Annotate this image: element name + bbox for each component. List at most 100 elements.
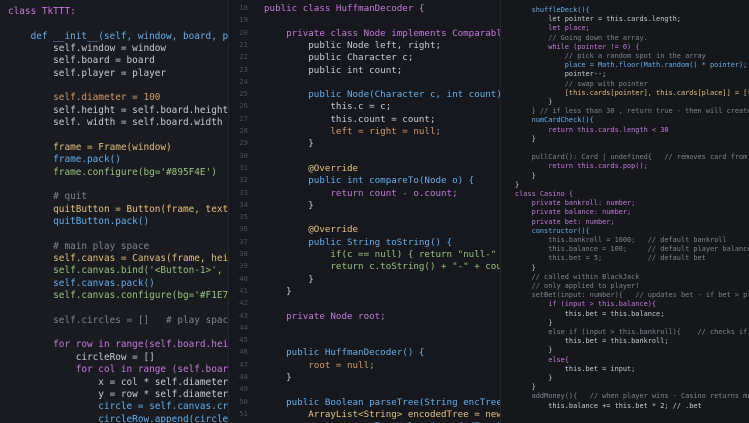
line-number: 22 <box>239 52 248 62</box>
line-number: 18 <box>239 3 248 12</box>
code-text: @Override <box>264 224 359 236</box>
code-text: } // if less than 30 , return true - the… <box>515 107 749 116</box>
line-number: 38 <box>239 249 248 258</box>
code-text: addMoney(){ // when player wins - Casino… <box>515 392 749 401</box>
code-text: public String toString() { <box>264 236 453 248</box>
code-text: private bet: number; <box>515 217 615 226</box>
code-text: if (input > this.balance){ <box>515 300 657 309</box>
line-number: 44 <box>239 322 248 332</box>
code-text: } <box>515 383 536 392</box>
code-text: quitButton.pack() <box>8 215 150 227</box>
line-number: 40 <box>239 273 248 283</box>
code-text: for col in range (self.board.widt <box>75 364 228 376</box>
code-text: class Casino { <box>515 190 574 198</box>
code-text: this.count = count; <box>264 113 436 125</box>
code-text: self.height = self.board.height * se <box>53 104 228 116</box>
code-text: private bankroll: number; <box>515 199 636 208</box>
code-text: if(c == null) { return "null-" + cou <box>330 249 497 260</box>
line-number: 31 <box>239 162 248 172</box>
line-number: 28 <box>239 126 248 135</box>
code-text: } <box>515 346 553 355</box>
code-text: quitButton = Button(frame, text="Exi <box>53 203 228 215</box>
code-text: } <box>515 180 520 189</box>
code-text: } <box>515 263 536 272</box>
code-text: public Boolean parseTree(String encTree)… <box>264 396 501 408</box>
line-number: 43 <box>239 310 248 320</box>
code-text: circleRow.append(circle) <box>8 413 228 423</box>
code-text: let pointer = this.cards.length; <box>515 15 681 24</box>
line-number: 36 <box>239 224 248 234</box>
line-number: 51 <box>239 408 248 418</box>
code-text: public class HuffmanDecoder { <box>264 3 425 14</box>
code-text: this.balance = 100; // default player ba… <box>515 245 749 254</box>
code-text: constructor(){ <box>515 226 590 235</box>
line-number: 26 <box>239 101 248 111</box>
code-text: self. width = self.board.width * sel <box>53 117 223 129</box>
code-text: self.board = board <box>8 55 155 67</box>
code-text: } <box>515 134 536 143</box>
code-text: public HuffmanDecoder() { <box>264 347 425 359</box>
code-text: return c.toString() + "-" + count; <box>264 261 501 273</box>
code-text: self.canvas.configure(bg='#F1E7E3') <box>8 290 228 302</box>
java-editor-pane[interactable]: 18 public class HuffmanDecoder {19 20 priv… <box>228 0 501 423</box>
code-text: self.player = player <box>8 67 167 79</box>
code-text: let place; <box>515 24 590 33</box>
code-text: // pick a random spot in the array <box>515 52 706 60</box>
code-text: left = right = null; <box>264 126 442 137</box>
code-text: this.bankroll = 1000; // default bankrol… <box>515 236 727 244</box>
code-text: this.bet = input; <box>515 364 636 373</box>
code-text: public Node(Character c, int count) { <box>264 89 501 101</box>
line-number: 27 <box>239 113 248 123</box>
line-number: 21 <box>239 39 248 49</box>
code-text: frame.pack() <box>8 154 121 166</box>
code-text: return this.cards.pop(); <box>515 162 648 171</box>
line-number: 33 <box>239 187 248 197</box>
code-text: frame = Frame(window) <box>8 141 172 153</box>
code-text: @Override <box>264 162 359 174</box>
code-text: [this.cards[pointer], this.cards[place]]… <box>515 88 749 97</box>
code-text: # main play space <box>8 240 150 252</box>
code-text: this.balance += this.bet * 2; // .bet <box>515 401 702 410</box>
line-number: 34 <box>239 199 248 209</box>
line-number: 35 <box>239 212 248 222</box>
code-text: shuffleDeck(){ <box>515 6 590 14</box>
code-text: return this.cards.length < 30 <box>515 125 669 134</box>
code-text: // Going down the array. <box>515 33 648 42</box>
line-number: 47 <box>239 359 248 369</box>
code-text: frame.configure(bg='#895F4E') <box>8 166 217 178</box>
code-text: root = null; <box>264 359 375 371</box>
code-text: public int count; <box>264 64 403 76</box>
code-text: } <box>515 98 553 106</box>
code-text: } <box>515 171 536 180</box>
line-number: 32 <box>239 175 248 185</box>
code-text: this.bet = 5; // default bet <box>515 254 706 263</box>
code-text: } <box>264 199 314 211</box>
code-text: self.canvas.pack() <box>8 277 155 289</box>
code-text: else{ <box>515 355 569 364</box>
code-text: public int compareTo(Node o) { <box>264 175 475 187</box>
code-text: place = Math.floor(Math.random() * point… <box>515 61 748 70</box>
code-text: } <box>264 273 314 285</box>
code-text: self.window = window <box>8 43 167 55</box>
code-text: y = row * self.diameter <box>8 388 228 400</box>
code-text: // only applied to player! <box>515 282 640 290</box>
line-number: 30 <box>239 150 248 160</box>
code-text: } <box>264 138 314 150</box>
line-number: 24 <box>239 76 248 86</box>
code-text: ArrayList<String> encodedTree = new Arra <box>308 408 501 420</box>
code-text: self.circles = [] # play space <box>8 314 228 326</box>
typescript-editor-pane[interactable]: shuffleDeck(){ let pointer = this.cards.… <box>500 0 749 423</box>
code-text: circleRow = [] <box>8 351 155 363</box>
code-text: for row in range(self.board.height): <box>53 339 228 351</box>
line-number: 48 <box>239 372 248 381</box>
code-text: self.diameter = 100 <box>8 92 161 104</box>
python-editor-pane[interactable]: class TkTTT: def __init__(self, window, … <box>0 0 228 423</box>
code-text: private Node root; <box>264 310 386 322</box>
line-number: 50 <box>239 396 248 406</box>
code-text: } <box>264 285 292 297</box>
code-text: while (pointer != 0) { <box>515 42 640 51</box>
line-number: 29 <box>239 138 248 148</box>
line-number: 45 <box>239 335 248 345</box>
line-number: 20 <box>239 27 248 37</box>
code-text: } <box>264 372 292 383</box>
